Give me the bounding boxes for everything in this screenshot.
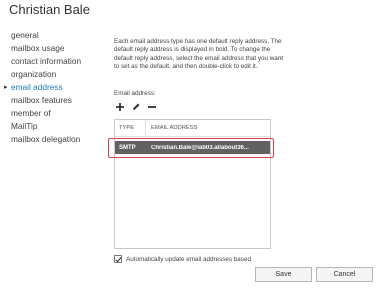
column-header-type[interactable]: TYPE — [115, 120, 145, 136]
email-address-label: Email address: — [114, 90, 156, 97]
sidebar-item-mailbox-delegation[interactable]: mailbox delegation — [11, 133, 101, 146]
plus-icon[interactable] — [113, 100, 127, 114]
description-text: Each email address type has one default … — [114, 38, 284, 70]
minus-icon[interactable] — [145, 100, 159, 114]
sidebar-nav: general mailbox usage contact informatio… — [4, 29, 101, 146]
auto-update-checkbox[interactable] — [114, 255, 122, 263]
sidebar-item-member-of[interactable]: member of — [11, 107, 101, 120]
sidebar-item-general[interactable]: general — [11, 29, 101, 42]
grid-header: TYPE EMAIL ADDRESS — [115, 120, 270, 137]
sidebar-item-mailtip[interactable]: MailTip — [11, 120, 101, 133]
auto-update-label: Automatically update email addresses bas… — [126, 255, 251, 263]
auto-update-option: Automatically update email addresses bas… — [114, 255, 251, 263]
save-button[interactable]: Save — [255, 267, 312, 282]
sidebar-item-mailbox-usage[interactable]: mailbox usage — [11, 42, 101, 55]
active-indicator-icon: ▸ — [4, 84, 8, 91]
mailbox-properties-dialog: Christian Bale general mailbox usage con… — [0, 0, 378, 288]
pencil-icon[interactable] — [129, 100, 143, 114]
sidebar-item-email-address[interactable]: ▸ email address — [4, 81, 101, 94]
selection-highlight-box — [108, 138, 274, 158]
sidebar-item-organization[interactable]: organization — [11, 68, 101, 81]
page-title: Christian Bale — [9, 2, 90, 17]
email-toolbar — [113, 100, 161, 114]
cancel-button[interactable]: Cancel — [316, 267, 373, 282]
sidebar-item-mailbox-features[interactable]: mailbox features — [11, 94, 101, 107]
column-header-email-address[interactable]: EMAIL ADDRESS — [146, 120, 198, 136]
sidebar-item-label: email address — [11, 82, 63, 92]
sidebar-item-contact-information[interactable]: contact information — [11, 55, 101, 68]
